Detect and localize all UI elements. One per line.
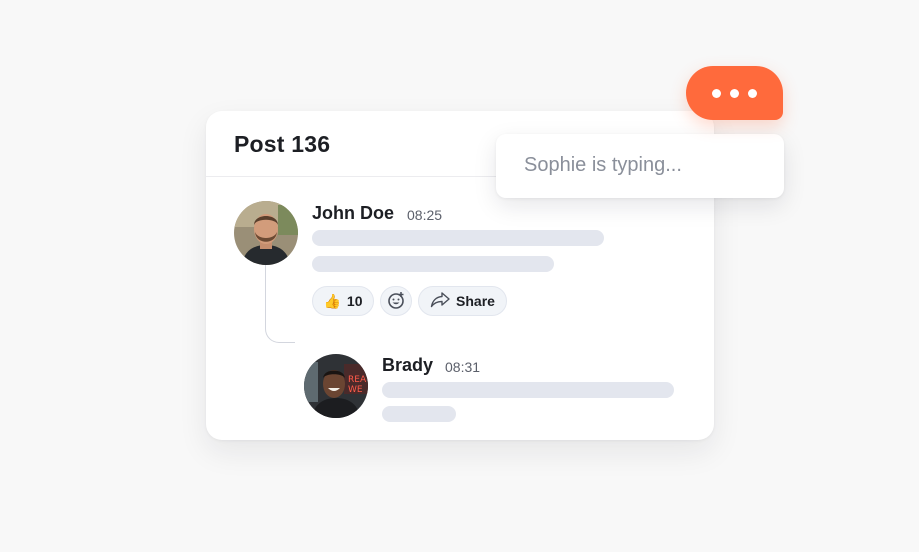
more-dots-icon: [686, 66, 783, 120]
svg-text:REA: REA: [348, 375, 367, 385]
avatar[interactable]: [234, 201, 298, 265]
text-placeholder: [382, 382, 674, 398]
dot: [748, 88, 757, 98]
svg-text:WE: WE: [348, 385, 363, 395]
comment-author: Brady: [382, 355, 434, 375]
share-label: Share: [456, 293, 495, 309]
like-button[interactable]: 👍 10: [312, 286, 374, 316]
emoji-add-icon: [387, 291, 405, 312]
text-placeholder: [382, 406, 456, 422]
dot: [730, 88, 739, 98]
comment-time: 08:25: [407, 207, 443, 223]
share-button[interactable]: Share: [418, 286, 507, 316]
typing-indicator: Sophie is typing...: [496, 134, 784, 198]
reply-thread-line: [265, 265, 295, 343]
avatar[interactable]: REA WE: [304, 354, 368, 418]
stage: Post 136 John Doe 08:25 👍 10 Share REA W…: [0, 0, 919, 552]
dot: [712, 88, 721, 98]
text-placeholder: [312, 256, 554, 272]
comment-author: John Doe: [312, 203, 395, 223]
text-placeholder: [312, 230, 604, 246]
thumbs-up-icon: 👍: [323, 292, 341, 309]
typing-text: Sophie is typing...: [524, 154, 682, 176]
add-reaction-button[interactable]: [380, 286, 412, 316]
comment-time: 08:31: [445, 359, 481, 375]
share-icon: [430, 291, 450, 311]
like-count: 10: [346, 293, 363, 309]
